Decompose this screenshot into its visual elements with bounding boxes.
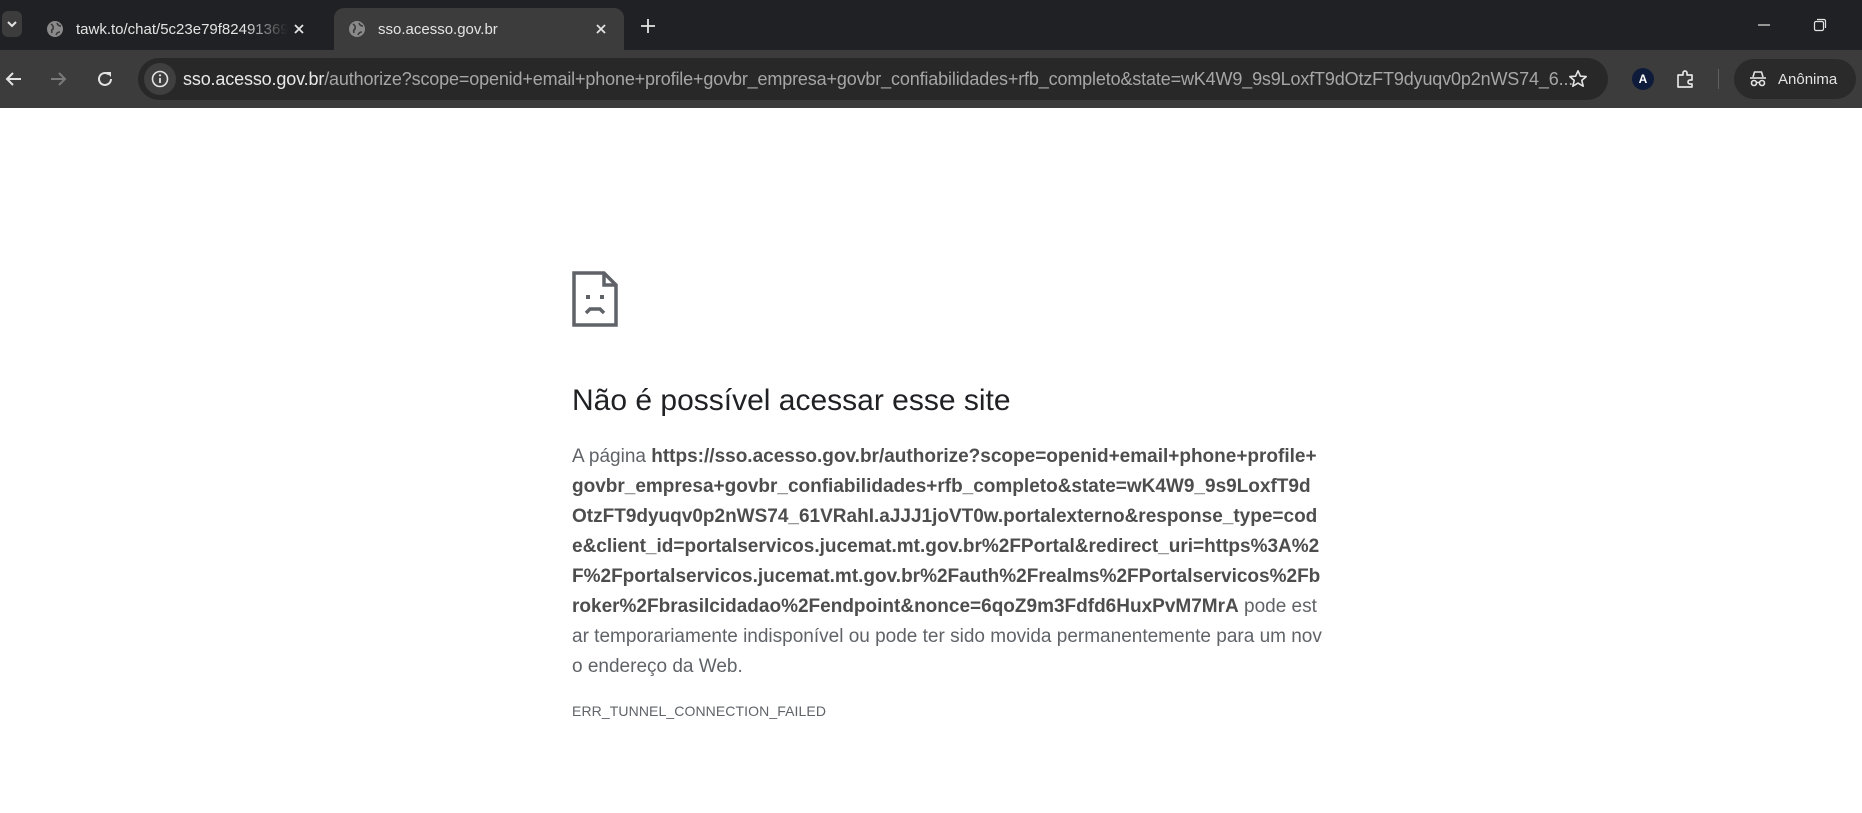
globe-icon — [349, 21, 365, 37]
tab-close-button[interactable] — [590, 18, 612, 40]
url-host: sso.acesso.gov.br — [183, 69, 325, 89]
chevron-down-icon — [7, 21, 17, 28]
star-icon — [1569, 70, 1587, 87]
url-path: /authorize?scope=openid+email+phone+prof… — [324, 69, 1574, 89]
forward-button[interactable] — [44, 65, 72, 93]
plus-icon — [641, 19, 655, 33]
minimize-button[interactable] — [1741, 10, 1787, 40]
info-icon — [151, 70, 169, 88]
error-url: https://sso.acesso.gov.br/authorize?scop… — [572, 446, 1321, 617]
tab-sso-acesso[interactable]: sso.acesso.gov.br — [334, 8, 624, 50]
minimize-icon — [1758, 24, 1770, 26]
tab-close-button[interactable] — [288, 18, 310, 40]
reload-icon — [98, 71, 112, 86]
incognito-icon — [1750, 71, 1766, 87]
profile-label: Anônima — [1778, 70, 1838, 88]
site-info-button[interactable] — [144, 63, 176, 95]
extensions-button[interactable] — [1673, 66, 1699, 92]
close-icon — [294, 24, 304, 34]
error-description: A página https://sso.acesso.gov.br/autho… — [572, 442, 1324, 682]
reload-button[interactable] — [91, 65, 119, 93]
extension-a-icon[interactable]: A — [1632, 68, 1654, 90]
restore-icon — [1813, 18, 1827, 32]
browser-toolbar: sso.acesso.gov.br/authorize?scope=openid… — [0, 50, 1862, 108]
back-button[interactable] — [0, 65, 28, 93]
incognito-profile-button[interactable]: Anônima — [1734, 59, 1856, 99]
arrow-left-icon — [5, 72, 21, 86]
new-tab-button[interactable] — [636, 14, 660, 38]
arrow-right-icon — [51, 72, 67, 86]
sad-document-icon — [572, 271, 618, 327]
error-code: ERR_TUNNEL_CONNECTION_FAILED — [572, 703, 827, 719]
address-bar[interactable]: sso.acesso.gov.br/authorize?scope=openid… — [138, 58, 1608, 100]
tab-title: tawk.to/chat/5c23e79f82491369 — [76, 20, 288, 38]
toolbar-divider — [1718, 69, 1719, 89]
tab-strip: tawk.to/chat/5c23e79f82491369 sso.acesso… — [0, 0, 1862, 50]
page-content: Não é possível acessar esse site A págin… — [0, 108, 1862, 813]
tab-tawk[interactable]: tawk.to/chat/5c23e79f82491369 — [32, 8, 322, 50]
close-icon — [596, 24, 606, 34]
puzzle-icon — [1677, 70, 1693, 88]
restore-button[interactable] — [1797, 10, 1843, 40]
error-title: Não é possível acessar esse site — [572, 384, 1011, 417]
description-prefix: A página — [572, 446, 646, 467]
tab-search-button[interactable] — [2, 11, 22, 37]
bookmark-button[interactable] — [1566, 67, 1590, 91]
tab-title: sso.acesso.gov.br — [378, 20, 498, 38]
globe-icon — [47, 21, 63, 37]
url-text[interactable]: sso.acesso.gov.br/authorize?scope=openid… — [183, 58, 1698, 100]
